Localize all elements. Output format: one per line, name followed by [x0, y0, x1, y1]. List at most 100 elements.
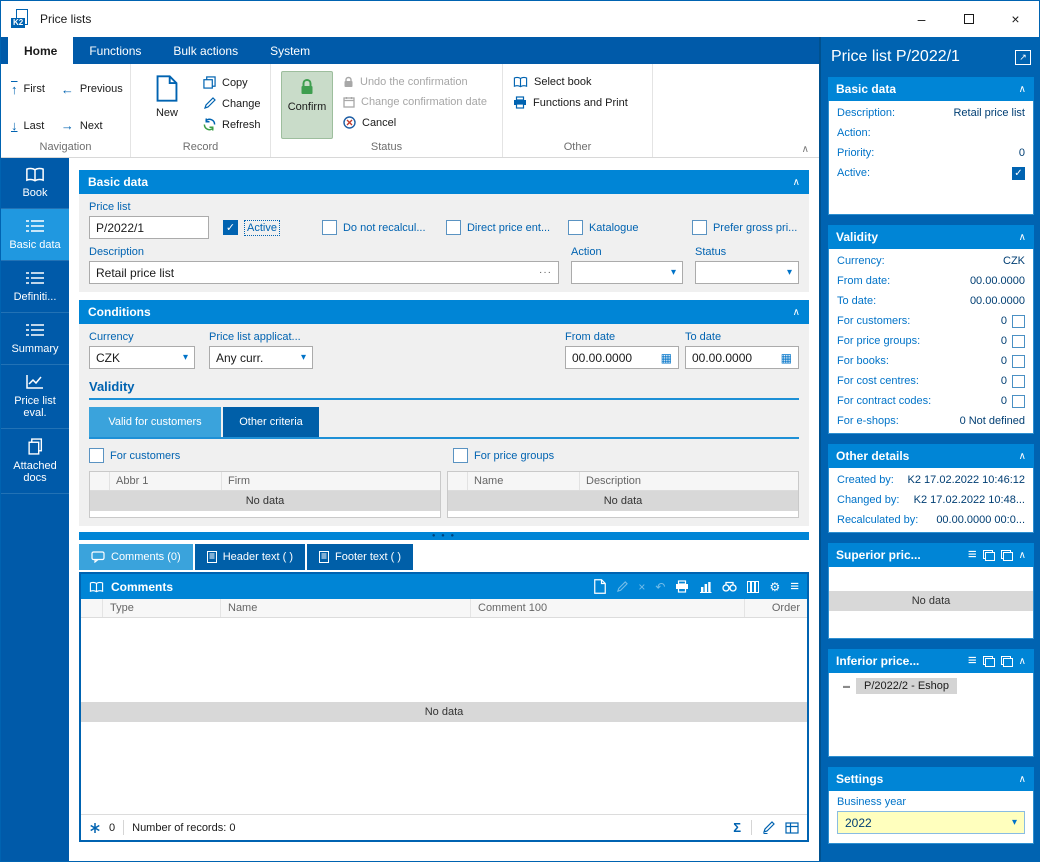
column-header-name[interactable]: Name [468, 472, 580, 490]
splitter-handle[interactable]: ● ● ● [79, 532, 809, 540]
splitter-dots-icon: ● ● ● [431, 533, 457, 539]
edit-pencil-icon[interactable] [762, 821, 775, 834]
print-icon[interactable] [675, 580, 689, 593]
column-header-firm[interactable]: Firm [222, 472, 440, 490]
row-selector-column-header[interactable] [90, 472, 110, 490]
confirm-button[interactable]: Confirm [281, 71, 333, 139]
details-basic-data-header[interactable]: Basic data ∧ [828, 77, 1034, 101]
copy-window-icon[interactable] [1000, 655, 1013, 667]
column-header-comment[interactable]: Comment 100 [471, 599, 745, 617]
chart-icon[interactable] [699, 581, 712, 593]
details-title: Price list P/2022/1 [831, 48, 960, 65]
close-button[interactable]: × [992, 1, 1039, 37]
page-text-icon [319, 551, 329, 563]
tab-functions[interactable]: Functions [73, 37, 157, 64]
details-other-header[interactable]: Other details ∧ [828, 444, 1034, 468]
tab-valid-for-customers[interactable]: Valid for customers [89, 407, 221, 437]
change-button[interactable]: Change [203, 97, 261, 110]
action-label: Action [571, 246, 602, 258]
inferior-price-list-item[interactable]: ▬ P/2022/2 - Eshop [829, 675, 1033, 694]
sidebar-item-definitions[interactable]: Definiti... [1, 261, 69, 313]
business-year-select[interactable]: 2022 ▾ [837, 811, 1025, 834]
cancel-button[interactable]: Cancel [343, 116, 487, 129]
from-date-input[interactable]: 00.00.0000 ▦ [565, 346, 679, 369]
copy-button[interactable]: Copy [203, 76, 261, 89]
for-customers-checkbox[interactable]: For customers [89, 448, 453, 463]
previous-button[interactable]: ← Previous [61, 76, 123, 103]
details-settings-header[interactable]: Settings ∧ [828, 767, 1034, 791]
sum-icon[interactable]: Σ [733, 820, 741, 835]
prefer-gross-price-checkbox[interactable]: Prefer gross pri... [691, 220, 797, 235]
to-date-input[interactable]: 00.00.0000 ▦ [685, 346, 799, 369]
tab-header-text[interactable]: Header text ( ) [194, 544, 305, 570]
applicability-select[interactable]: Any curr. ▾ [209, 346, 313, 369]
ribbon-tab-strip: Home Functions Bulk actions System [1, 37, 819, 64]
tab-footer-text[interactable]: Footer text ( ) [307, 544, 414, 570]
new-button[interactable]: New [141, 71, 193, 139]
tab-other-criteria[interactable]: Other criteria [223, 407, 319, 437]
more-button[interactable]: ··· [539, 267, 552, 278]
sidebar-item-summary[interactable]: Summary [1, 313, 69, 365]
do-not-recalculate-checkbox[interactable]: Do not recalcul... [321, 220, 440, 235]
status-select[interactable]: ▾ [695, 261, 799, 284]
direct-price-entry-checkbox[interactable]: Direct price ent... [445, 220, 562, 235]
refresh-icon [203, 118, 216, 131]
copy-window-icon[interactable] [1000, 549, 1013, 561]
details-superior-header[interactable]: Superior pric... ≡ ∧ [828, 543, 1034, 567]
menu-icon[interactable]: ≡ [968, 653, 977, 668]
menu-icon[interactable]: ≡ [968, 547, 977, 562]
new-record-icon[interactable] [594, 579, 607, 594]
column-header-abbr1[interactable]: Abbr 1 [110, 472, 222, 490]
tab-bulk-actions[interactable]: Bulk actions [157, 37, 254, 64]
maximize-button[interactable] [945, 1, 992, 37]
columns-icon[interactable] [747, 580, 760, 593]
last-button[interactable]: ↓ Last [11, 113, 45, 140]
detail-row: Changed by: K2 17.02.2022 10:48... [837, 494, 1025, 506]
ribbon-collapse-button[interactable]: ∧ [802, 144, 809, 155]
status-label: Status [695, 246, 727, 258]
column-header-order[interactable]: Order [745, 599, 807, 617]
row-selector-column-header[interactable] [81, 599, 103, 617]
tab-system[interactable]: System [254, 37, 326, 64]
first-button[interactable]: ↑ First [11, 76, 45, 103]
open-window-icon[interactable] [982, 549, 995, 561]
grid-edit-icon[interactable] [785, 821, 799, 834]
search-binoculars-icon[interactable] [722, 581, 738, 592]
tab-comments[interactable]: Comments (0) [79, 544, 193, 570]
gear-icon[interactable]: ⚙ [769, 581, 780, 593]
select-book-button[interactable]: Select book [513, 76, 628, 88]
currency-label: Currency [89, 331, 134, 343]
collapse-icon: ∧ [1018, 450, 1026, 462]
details-inferior-header[interactable]: Inferior price... ≡ ∧ [828, 649, 1034, 673]
currency-select[interactable]: CZK ▾ [89, 346, 195, 369]
calendar-icon[interactable]: ▦ [781, 352, 792, 364]
tab-home[interactable]: Home [8, 37, 74, 64]
price-list-input[interactable]: P/2022/1 [89, 216, 209, 239]
description-input[interactable]: Retail price list ··· [89, 261, 559, 284]
refresh-button[interactable]: Refresh [203, 118, 261, 131]
conditions-section-header[interactable]: Conditions ∧ [79, 300, 809, 324]
next-button[interactable]: → Next [61, 113, 123, 140]
column-header-type[interactable]: Type [103, 599, 221, 617]
calendar-icon[interactable]: ▦ [661, 352, 672, 364]
calendar-gray-icon [343, 97, 355, 108]
column-header-name[interactable]: Name [221, 599, 471, 617]
for-price-groups-checkbox[interactable]: For price groups [453, 448, 554, 463]
open-in-window-button[interactable]: ↗ [1015, 49, 1031, 65]
row-selector-column-header[interactable] [448, 472, 468, 490]
details-validity-header[interactable]: Validity ∧ [828, 225, 1034, 249]
sidebar-item-book[interactable]: Book [1, 158, 69, 209]
active-checkbox[interactable]: ✓ Active [223, 219, 280, 236]
action-select[interactable]: ▾ [571, 261, 683, 284]
sidebar-item-basic-data[interactable]: Basic data [1, 209, 69, 261]
open-window-icon[interactable] [982, 655, 995, 667]
menu-icon[interactable]: ≡ [790, 579, 799, 594]
undo-icon: ↶ [655, 579, 666, 594]
sidebar-item-attached-docs[interactable]: Attached docs [1, 429, 69, 494]
basic-data-section-header[interactable]: Basic data ∧ [79, 170, 809, 194]
column-header-description[interactable]: Description [580, 472, 798, 490]
sidebar-item-price-list-eval[interactable]: Price list eval. [1, 365, 69, 429]
functions-and-print-button[interactable]: Functions and Print [513, 96, 628, 109]
minimize-button[interactable]: – [898, 1, 945, 37]
katalogue-checkbox[interactable]: Katalogue [567, 220, 686, 235]
